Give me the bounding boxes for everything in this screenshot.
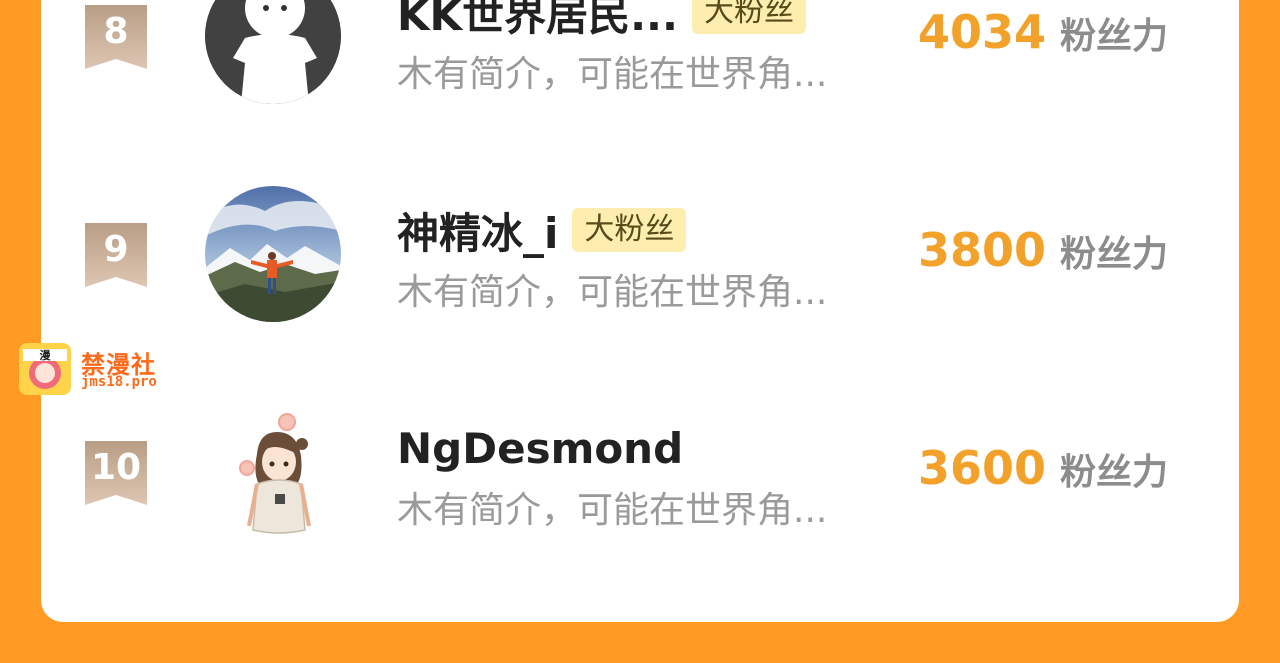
fan-power-unit: 粉丝力 xyxy=(1060,234,1169,275)
site-watermark: 漫 禁漫社 jms18.pro xyxy=(19,343,169,395)
user-name[interactable]: 神精冰_i xyxy=(397,200,558,261)
user-bio: 木有简介，可能在世界角... xyxy=(397,272,828,313)
fan-power-value: 3800 xyxy=(918,223,1047,277)
watermark-url: jms18.pro xyxy=(81,374,157,390)
rank-number: 10 xyxy=(90,447,142,488)
user-avatar[interactable] xyxy=(205,404,341,540)
user-bio: 木有简介，可能在世界角... xyxy=(397,54,828,95)
user-avatar[interactable] xyxy=(205,0,341,104)
fan-power-value: 4034 xyxy=(918,5,1047,59)
fan-level-badge: 大粉丝 xyxy=(572,208,687,252)
rank-badge: 10 xyxy=(85,441,147,505)
user-name[interactable]: KK世界居民... xyxy=(397,0,678,43)
user-name[interactable]: NgDesmond xyxy=(397,424,683,473)
fan-power-unit: 粉丝力 xyxy=(1060,452,1169,493)
fan-power-unit: 粉丝力 xyxy=(1060,16,1169,57)
fan-power-value: 3600 xyxy=(918,441,1047,495)
user-bio: 木有简介，可能在世界角... xyxy=(397,490,828,531)
site-logo-icon: 漫 xyxy=(19,343,71,395)
rank-badge: 8 xyxy=(85,5,147,69)
user-avatar[interactable] xyxy=(205,186,341,322)
rank-number: 9 xyxy=(103,229,129,270)
fan-level-badge: 大粉丝 xyxy=(691,0,806,34)
ranking-row[interactable]: 8 KK世界居民... 大粉丝 木有简介，可能在世界角... 4034 粉丝力 xyxy=(0,0,1280,113)
rank-number: 8 xyxy=(103,11,129,52)
ranking-row[interactable]: 9 神精冰_i 大粉丝 木有简介，可能在世界角... 3800 粉丝力 xyxy=(0,181,1280,331)
rank-badge: 9 xyxy=(85,223,147,287)
ranking-row[interactable]: 10 NgDesmond 木有简介，可能在世界角... 3600 粉丝力 xyxy=(0,399,1280,549)
svg-text:漫: 漫 xyxy=(40,348,52,362)
